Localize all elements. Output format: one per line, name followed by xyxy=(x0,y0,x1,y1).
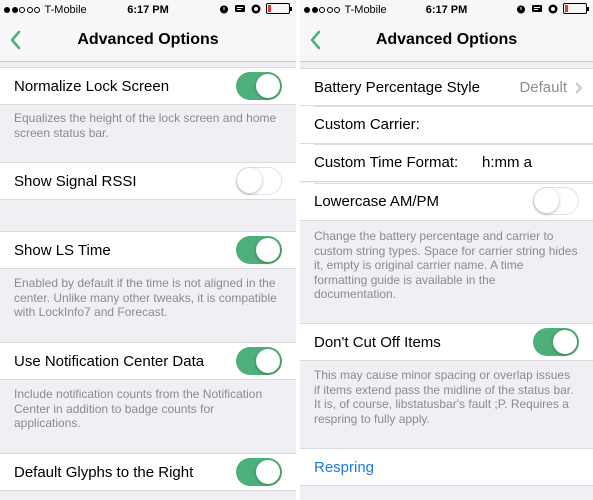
use-notification-center-data-label: Use Notification Center Data xyxy=(14,353,205,370)
format-footer: Change the battery percentage and carrie… xyxy=(314,229,578,302)
show-signal-rssi-toggle[interactable] xyxy=(236,167,282,195)
battery-percentage-style-value: Default xyxy=(519,79,567,96)
message-icon xyxy=(532,4,542,12)
custom-time-format-input[interactable]: h:mm a xyxy=(482,154,532,171)
whatsapp-icon xyxy=(548,4,558,13)
battery-percentage-style-label: Battery Percentage Style xyxy=(314,79,480,96)
custom-carrier-row[interactable]: Custom Carrier: xyxy=(300,106,593,144)
normalize-lock-screen-toggle[interactable] xyxy=(236,72,282,100)
alarm-icon xyxy=(517,5,525,13)
dont-cut-off-items-footer: This may cause minor spacing or overlap … xyxy=(314,368,574,426)
custom-time-format-row[interactable]: Custom Time Format: h:mm a xyxy=(300,144,593,182)
use-notification-center-data-toggle[interactable] xyxy=(236,347,282,375)
alarm-icon xyxy=(220,5,228,13)
use-notification-center-data-footer: Include notification counts from the Not… xyxy=(14,387,263,431)
navigation-bar: Advanced Options xyxy=(0,22,296,62)
use-notification-center-data-row: Use Notification Center Data xyxy=(0,342,296,380)
dont-cut-off-items-row: Don't Cut Off Items xyxy=(300,323,593,361)
normalize-lock-screen-footer: Equalizes the height of the lock screen … xyxy=(14,111,277,140)
whatsapp-icon xyxy=(251,4,261,13)
normalize-lock-screen-label: Normalize Lock Screen xyxy=(14,78,170,95)
dont-cut-off-items-label: Don't Cut Off Items xyxy=(314,334,441,351)
show-signal-rssi-row: Show Signal RSSI xyxy=(0,162,296,200)
settings-screen-right: T-Mobile 6:17 PM Advanced Options Batter… xyxy=(300,0,593,500)
settings-screen-left: T-Mobile 6:17 PM Advanced Options Normal… xyxy=(0,0,296,500)
default-glyphs-right-toggle[interactable] xyxy=(236,458,282,486)
show-ls-time-label: Show LS Time xyxy=(14,242,111,259)
status-icons xyxy=(515,3,589,14)
lowercase-ampm-label: Lowercase AM/PM xyxy=(314,193,440,210)
page-title: Advanced Options xyxy=(77,31,219,48)
default-glyphs-right-label: Default Glyphs to the Right xyxy=(14,464,194,481)
show-ls-time-footer: Enabled by default if the time is not al… xyxy=(14,276,277,320)
page-title: Advanced Options xyxy=(375,31,518,48)
disclosure-chevron-icon xyxy=(575,82,583,94)
lowercase-ampm-toggle[interactable] xyxy=(533,187,579,215)
show-ls-time-toggle[interactable] xyxy=(236,236,282,264)
dont-cut-off-items-toggle[interactable] xyxy=(533,328,579,356)
battery-percentage-style-row[interactable]: Battery Percentage Style Default xyxy=(300,68,593,106)
battery-icon xyxy=(266,3,292,14)
top-bar: T-Mobile 6:17 PM Advanced Options xyxy=(300,0,593,62)
top-bar: T-Mobile 6:17 PM Advanced Options xyxy=(0,0,296,62)
message-icon xyxy=(235,4,245,12)
status-icons xyxy=(218,3,292,14)
custom-time-format-label: Custom Time Format: xyxy=(314,154,459,171)
status-bar: T-Mobile 6:17 PM xyxy=(0,0,296,20)
custom-carrier-label: Custom Carrier: xyxy=(314,116,420,133)
show-ls-time-row: Show LS Time xyxy=(0,231,296,269)
default-glyphs-right-row: Default Glyphs to the Right xyxy=(0,453,296,491)
normalize-lock-screen-row: Normalize Lock Screen xyxy=(0,67,296,105)
respring-button[interactable]: Respring xyxy=(314,459,374,476)
respring-row[interactable]: Respring xyxy=(300,448,593,486)
battery-icon xyxy=(563,3,589,14)
status-bar: T-Mobile 6:17 PM xyxy=(300,0,593,20)
lowercase-ampm-row: Lowercase AM/PM xyxy=(300,183,593,221)
navigation-bar: Advanced Options xyxy=(300,22,593,62)
show-signal-rssi-label: Show Signal RSSI xyxy=(14,173,137,190)
